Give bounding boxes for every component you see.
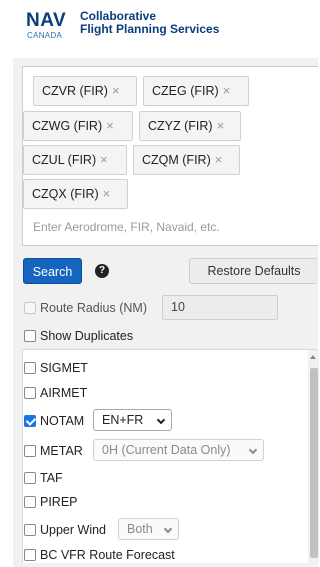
search-panel: CZVR (FIR) × CZEG (FIR) × CZWG (FIR) × CZYZ…	[13, 58, 319, 567]
tag-label: CZQX (FIR)	[32, 187, 99, 201]
scroll-thumb[interactable]	[310, 368, 318, 558]
location-tag-input[interactable]: CZVR (FIR) × CZEG (FIR) × CZWG (FIR) × CZYZ…	[22, 66, 318, 246]
app-title-line2: Flight Planning Services	[80, 22, 220, 36]
upper-wind-label: Upper Wind	[40, 523, 106, 537]
location-tag[interactable]: CZWG (FIR) ×	[23, 111, 133, 141]
location-search-input[interactable]: Enter Aerodrome, FIR, Navaid, etc.	[33, 220, 220, 234]
nav-canada-logo[interactable]: NAV CANADA	[26, 10, 70, 46]
tag-label: CZVR (FIR)	[42, 84, 108, 98]
notam-language-value: EN+FR	[102, 413, 144, 427]
remove-tag-icon[interactable]: ×	[112, 83, 120, 98]
product-list-scrollbar[interactable]	[308, 350, 319, 563]
airmet-checkbox[interactable]	[24, 387, 36, 399]
pirep-label: PIREP	[40, 495, 78, 509]
location-tag[interactable]: CZQM (FIR) ×	[133, 145, 240, 175]
show-duplicates-checkbox[interactable]	[24, 330, 36, 342]
route-radius-label: Route Radius (NM)	[40, 301, 147, 315]
search-button[interactable]: Search	[23, 258, 82, 284]
product-list: SIGMET AIRMET NOTAM EN+FR METAR 0H (Curr…	[22, 350, 319, 563]
metar-checkbox[interactable]	[24, 445, 36, 457]
remove-tag-icon[interactable]: ×	[103, 186, 111, 201]
tag-label: CZWG (FIR)	[32, 119, 103, 133]
airmet-label: AIRMET	[40, 386, 88, 400]
sigmet-checkbox[interactable]	[24, 362, 36, 374]
bc-vfr-checkbox[interactable]	[24, 549, 36, 561]
metar-time-value: 0H (Current Data Only)	[102, 443, 231, 457]
pirep-checkbox[interactable]	[24, 496, 36, 508]
remove-tag-icon[interactable]: ×	[100, 152, 108, 167]
upper-wind-select[interactable]: Both	[118, 518, 179, 540]
taf-label: TAF	[40, 471, 63, 485]
notam-label: NOTAM	[40, 414, 85, 428]
tag-label: CZQM (FIR)	[142, 153, 211, 167]
location-tag[interactable]: CZQX (FIR) ×	[23, 179, 128, 209]
remove-tag-icon[interactable]: ×	[217, 118, 225, 133]
remove-tag-icon[interactable]: ×	[215, 152, 223, 167]
scroll-up-arrow-icon[interactable]	[310, 355, 316, 359]
sigmet-label: SIGMET	[40, 361, 88, 375]
taf-checkbox[interactable]	[24, 472, 36, 484]
restore-defaults-button[interactable]: Restore Defaults	[189, 258, 318, 284]
location-tag[interactable]: CZVR (FIR) ×	[33, 76, 137, 106]
remove-tag-icon[interactable]: ×	[223, 83, 231, 98]
chevron-down-icon	[248, 445, 258, 455]
help-icon[interactable]: ?	[95, 264, 109, 278]
remove-tag-icon[interactable]: ×	[106, 118, 114, 133]
notam-language-select[interactable]: EN+FR	[93, 409, 172, 431]
notam-checkbox[interactable]	[24, 415, 36, 427]
metar-time-select[interactable]: 0H (Current Data Only)	[93, 439, 264, 461]
chevron-down-icon	[163, 524, 173, 534]
app-header: NAV CANADA Collaborative Flight Planning…	[0, 0, 318, 58]
tag-label: CZUL (FIR)	[32, 153, 97, 167]
upper-wind-checkbox[interactable]	[24, 524, 36, 536]
route-radius-input[interactable]: 10	[162, 295, 278, 320]
tag-label: CZEG (FIR)	[152, 84, 219, 98]
app-title: Collaborative Flight Planning Services	[80, 10, 219, 36]
logo-canada-text: CANADA	[27, 31, 63, 40]
location-tag[interactable]: CZYZ (FIR) ×	[139, 111, 241, 141]
chevron-down-icon	[156, 415, 166, 425]
bc-vfr-label: BC VFR Route Forecast	[40, 548, 175, 562]
route-radius-checkbox[interactable]	[24, 302, 36, 314]
upper-wind-value: Both	[127, 522, 153, 536]
show-duplicates-label: Show Duplicates	[40, 329, 134, 343]
location-tag[interactable]: CZEG (FIR) ×	[143, 76, 249, 106]
tag-label: CZYZ (FIR)	[148, 119, 213, 133]
metar-label: METAR	[40, 444, 83, 458]
logo-nav-text: NAV	[26, 10, 67, 31]
location-tag[interactable]: CZUL (FIR) ×	[23, 145, 127, 175]
